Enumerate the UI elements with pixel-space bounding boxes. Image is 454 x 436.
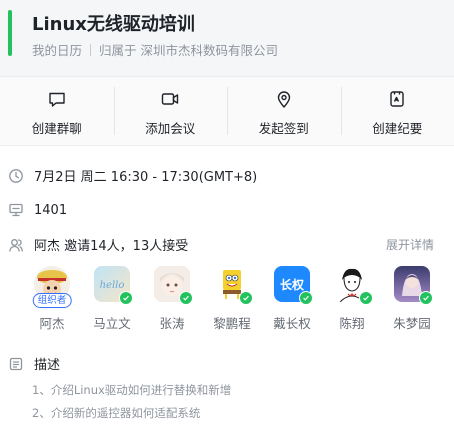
accepted-check-icon — [299, 291, 313, 305]
expand-details-link[interactable]: 展开详情 — [386, 236, 434, 253]
attendee-name: 戴长权 — [273, 316, 311, 331]
event-title: Linux无线驱动培训 — [32, 14, 195, 35]
avatar-wrapper — [154, 266, 193, 305]
video-camera-icon — [162, 93, 179, 105]
event-time-row: 7月2日 周二 16:30 - 17:30(GMT+8) — [8, 166, 257, 185]
start-checkin-button[interactable]: 发起签到 — [227, 77, 341, 145]
attendee[interactable]: 朱梦园 — [382, 266, 442, 332]
meeting-room-icon — [9, 203, 23, 217]
notes-icon — [390, 91, 404, 107]
description-line: 1、介绍Linux驱动如何进行替换和新增 — [32, 383, 232, 397]
attendee-name: 黎鹏程 — [213, 316, 251, 331]
avatar-wrapper: hello — [94, 266, 133, 305]
people-icon — [9, 238, 23, 252]
create-notes-button[interactable]: 创建纪要 — [340, 77, 454, 145]
accepted-check-icon — [239, 291, 253, 305]
event-time: 7月2日 周二 16:30 - 17:30(GMT+8) — [34, 170, 258, 185]
create-group-chat-button[interactable]: 创建群聊 — [0, 77, 114, 145]
accepted-check-icon — [179, 291, 193, 305]
attendee-name: 张涛 — [159, 316, 185, 331]
attendee-name: 马立文 — [93, 316, 131, 331]
accepted-check-icon — [359, 291, 373, 305]
avatar-text: 长权 — [279, 277, 304, 292]
add-meeting-button[interactable]: 添加会议 — [113, 77, 228, 145]
calendar-name: 我的日历 — [32, 43, 83, 58]
attendee[interactable]: 张涛 — [142, 266, 202, 332]
separator — [90, 43, 92, 56]
attendee-name: 陈翔 — [339, 316, 365, 331]
chat-bubble-icon — [49, 92, 65, 107]
create-group-chat-label: 创建群聊 — [31, 121, 82, 136]
invite-summary: 阿杰 邀请14人，13人接受 — [34, 239, 189, 254]
avatar-wrapper: 长权 — [274, 266, 313, 305]
attendees-row: 阿杰 邀请14人，13人接受 — [8, 235, 188, 254]
meeting-room[interactable]: 1401 — [34, 203, 67, 218]
location-pin-icon — [277, 91, 290, 108]
avatar-wrapper — [394, 266, 433, 305]
create-notes-label: 创建纪要 — [372, 121, 423, 136]
accepted-check-icon — [419, 291, 433, 305]
divider — [0, 145, 454, 146]
attendee-name: 阿杰 — [39, 316, 65, 331]
attendee-name: 朱梦园 — [393, 316, 431, 331]
event-calendar-info: 我的日历 归属于 深圳市杰科数码有限公司 — [32, 40, 278, 59]
attendee[interactable]: hello 马立文 — [82, 266, 142, 332]
organizer-badge: 组织者 — [32, 293, 72, 308]
avatar-text: hello — [100, 280, 125, 291]
attendee-list: 组织者 阿杰 hello 马立文 张涛 黎鹏程 长权 戴长权 陈翔 朱梦园 — [22, 266, 442, 332]
avatar-wrapper — [214, 266, 253, 305]
avatar-wrapper: 组织者 — [32, 266, 72, 308]
accepted-check-icon — [119, 291, 133, 305]
avatar-wrapper — [334, 266, 373, 305]
event-header: Linux无线驱动培训 我的日历 归属于 深圳市杰科数码有限公司 — [0, 0, 454, 76]
start-checkin-label: 发起签到 — [258, 121, 309, 136]
meeting-room-row: 1401 — [8, 202, 67, 218]
description-icon — [9, 357, 23, 370]
add-meeting-label: 添加会议 — [145, 121, 196, 136]
attendee[interactable]: 陈翔 — [322, 266, 382, 332]
attendee[interactable]: 组织者 阿杰 — [22, 266, 82, 332]
attendee[interactable]: 长权 戴长权 — [262, 266, 322, 332]
attendee[interactable]: 黎鹏程 — [202, 266, 262, 332]
description-line: 2、介绍新的遥控器如何适配系统 — [32, 406, 201, 420]
action-bar: 创建群聊 添加会议 发起签到 创建纪要 — [0, 77, 454, 145]
calendar-owner: 归属于 深圳市杰科数码有限公司 — [99, 43, 278, 58]
description-title: 描述 — [34, 358, 61, 373]
description-row: 描述 — [8, 354, 60, 373]
calendar-color-bar — [8, 10, 12, 56]
clock-icon — [9, 168, 23, 183]
